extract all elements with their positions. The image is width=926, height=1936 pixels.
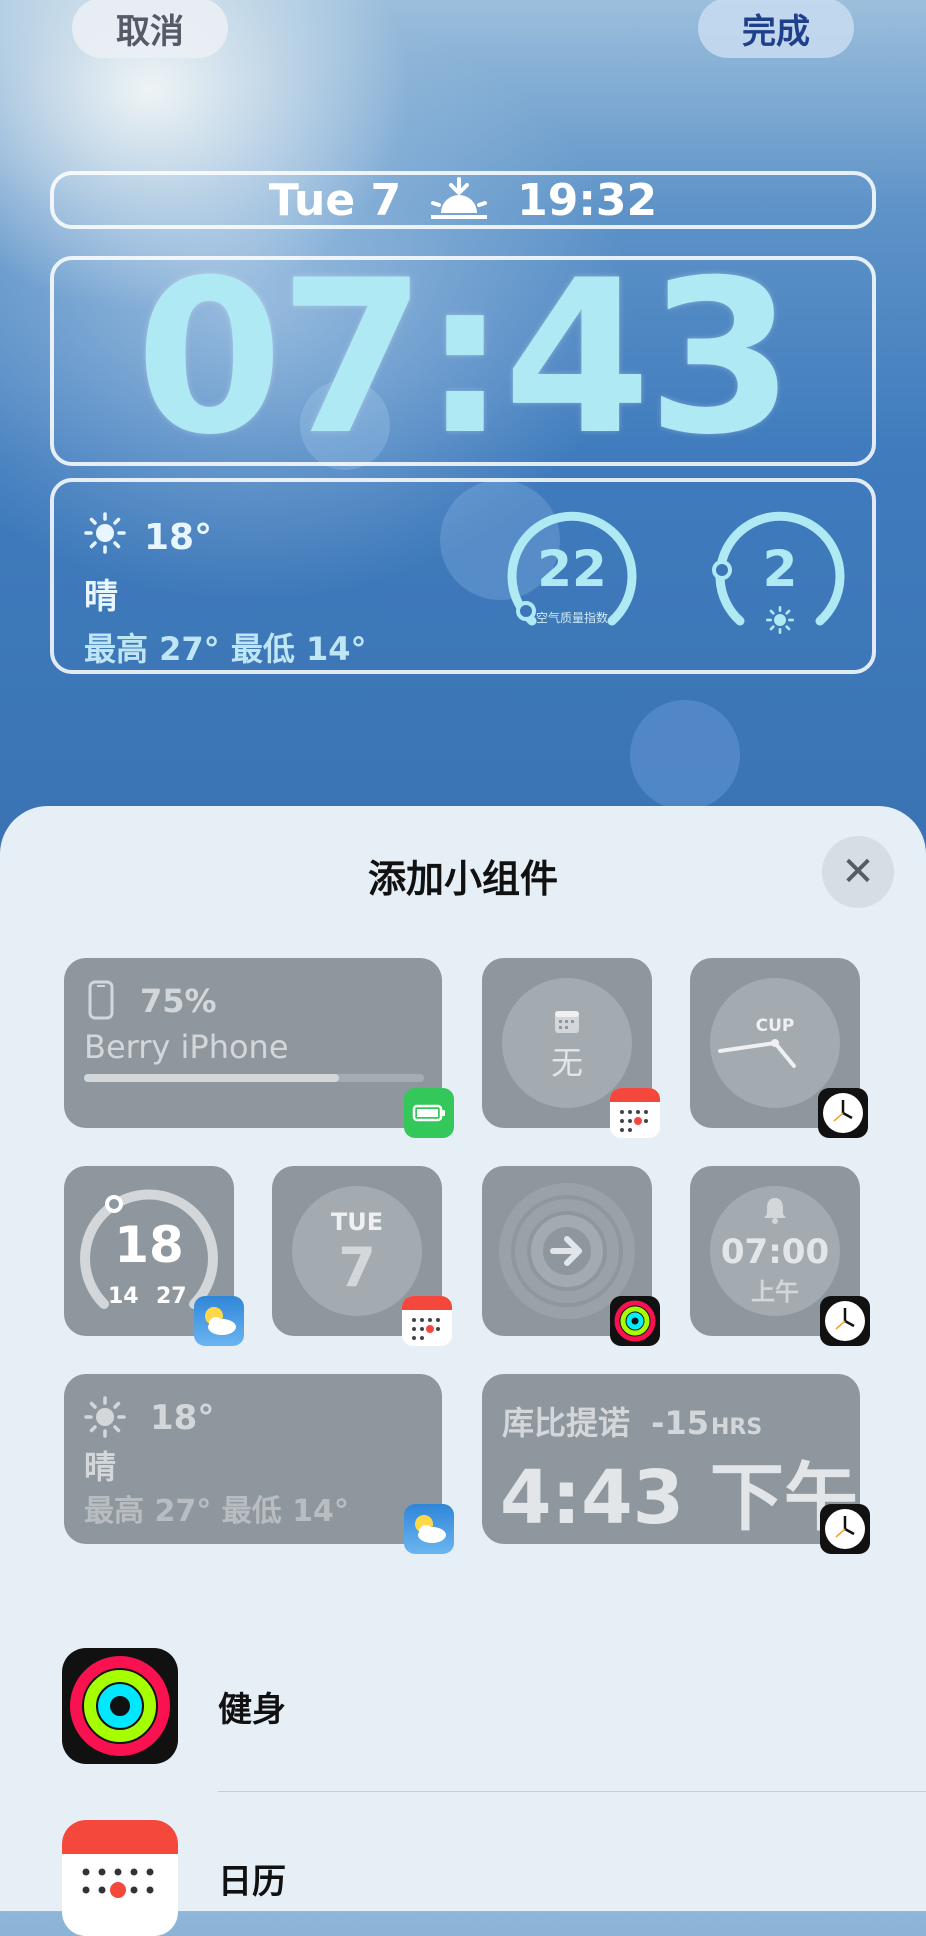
bell-icon xyxy=(762,1196,788,1228)
weather-temp: 18° xyxy=(144,517,213,558)
battery-device-name: Berry iPhone xyxy=(84,1028,289,1066)
clock-app-icon xyxy=(820,1296,870,1346)
uv-gauge-widget[interactable]: 2 xyxy=(710,506,850,646)
alarm-time: 07:00 xyxy=(720,1232,830,1272)
battery-percent: 75% xyxy=(140,982,217,1020)
sheet-title: 添加小组件 xyxy=(367,857,558,901)
calendar-date-widget[interactable]: TUE 7 xyxy=(272,1166,452,1346)
weather-current-temp: 18 xyxy=(114,1216,184,1274)
arrow-right-icon xyxy=(547,1231,587,1275)
weather-high-temp: 27 xyxy=(156,1284,187,1309)
calendar-icon xyxy=(62,1820,178,1936)
list-divider xyxy=(218,1791,926,1792)
weather-gauge-widget[interactable]: 18 14 27 xyxy=(64,1166,244,1346)
weather-widget[interactable]: 18° 晴 最高 27° 最低 14° xyxy=(84,512,367,670)
world-clock-rect-offset-unit: HRS xyxy=(710,1415,763,1440)
aqi-value: 22 xyxy=(537,540,607,598)
weather-rect-widget[interactable]: 18° 晴 最高 27° 最低 14° xyxy=(64,1374,454,1554)
sun-icon xyxy=(84,512,126,563)
fitness-icon xyxy=(62,1648,178,1764)
battery-bar xyxy=(84,1074,424,1082)
calendar-app-icon xyxy=(402,1296,452,1346)
app-list-label: 健身 xyxy=(218,1689,286,1730)
weather-app-icon xyxy=(194,1296,244,1346)
battery-app-icon xyxy=(404,1088,454,1138)
sun-icon xyxy=(84,1396,126,1442)
weather-low-temp: 14 xyxy=(108,1284,139,1309)
world-clock-rect-city: 库比提诺 xyxy=(502,1404,631,1442)
sunset-time: 19:32 xyxy=(517,174,658,226)
fitness-app-icon xyxy=(610,1296,660,1346)
sunset-icon xyxy=(427,177,491,223)
calendar-app-icon xyxy=(610,1088,660,1138)
aqi-gauge-widget[interactable]: 22 空气质量指数 xyxy=(502,506,642,646)
aqi-caption: 空气质量指数 xyxy=(535,611,608,625)
weather-rect-range: 最高 27° 最低 14° xyxy=(84,1494,349,1529)
widget-slot[interactable]: 18° 晴 最高 27° 最低 14° 22 空气质量指数 2 xyxy=(50,478,876,674)
add-widget-sheet: 添加小组件 ✕ 75% Berry iPhone 无 CUP 18 14 27 … xyxy=(0,806,926,1936)
done-button[interactable]: 完成 xyxy=(698,0,854,58)
weather-app-icon xyxy=(404,1504,454,1554)
calendar-next-event-text: 无 xyxy=(550,1044,583,1082)
date-widget-slot[interactable]: Tue 7 19:32 xyxy=(50,171,876,229)
clock-app-icon xyxy=(820,1504,870,1554)
fitness-widget[interactable] xyxy=(482,1166,660,1346)
weather-rect-temp: 18° xyxy=(150,1398,215,1438)
battery-widget[interactable]: 75% Berry iPhone xyxy=(64,958,454,1138)
phone-icon xyxy=(88,980,114,1024)
calendar-day: 7 xyxy=(338,1236,376,1299)
calendar-weekday: TUE xyxy=(330,1208,384,1236)
alarm-widget[interactable]: 07:00 上午 xyxy=(690,1166,870,1346)
weather-rect-condition: 晴 xyxy=(84,1448,117,1486)
uv-value: 2 xyxy=(762,540,798,598)
date-label: Tue 7 xyxy=(268,174,402,226)
lock-clock: 07:43 xyxy=(135,234,795,481)
world-clock-rect-widget[interactable]: 库比提诺 -15HRS 4:43 下午 xyxy=(482,1374,870,1554)
close-button[interactable]: ✕ xyxy=(822,836,894,908)
clock-slot[interactable]: 07:43 xyxy=(50,252,876,466)
app-list-item-fitness[interactable]: 健身 xyxy=(62,1648,926,1764)
app-list-item-calendar[interactable]: 日历 xyxy=(62,1820,926,1936)
weather-condition: 晴 xyxy=(84,577,118,617)
world-clock-rect-offset: -15 xyxy=(651,1404,709,1442)
world-clock-widget[interactable]: CUP xyxy=(690,958,868,1138)
app-list-label: 日历 xyxy=(218,1861,286,1902)
cancel-button[interactable]: 取消 xyxy=(72,0,228,58)
weather-range: 最高 27° 最低 14° xyxy=(84,630,367,668)
calendar-next-event-widget[interactable]: 无 xyxy=(482,958,660,1138)
close-icon: ✕ xyxy=(841,849,875,895)
clock-app-icon xyxy=(818,1088,868,1138)
world-clock-rect-time: 4:43 下午 xyxy=(500,1455,858,1541)
calendar-small-icon xyxy=(554,1010,580,1038)
battery-bar-fill xyxy=(84,1074,339,1082)
